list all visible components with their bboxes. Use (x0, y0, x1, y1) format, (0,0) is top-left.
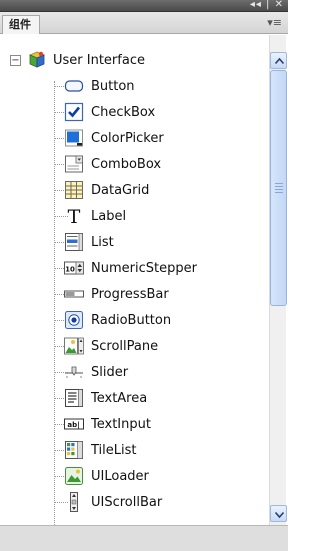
tree-item-label: ComboBox (91, 156, 162, 172)
tree-item-label: Slider (91, 364, 129, 380)
tree-item-textinput[interactable]: ab| TextInput (64, 412, 151, 436)
tree-item-label: UILoader (91, 468, 149, 484)
panel-status-bar (0, 525, 288, 551)
tree-item-label: DataGrid (91, 182, 150, 198)
tilelist-icon (65, 441, 83, 459)
tree-item-combobox[interactable]: ComboBox (64, 152, 161, 176)
panel-menu-icon[interactable]: ▾≡ (267, 17, 282, 28)
components-tree-panel: − User Interface Button CheckBox ColorPi… (0, 35, 288, 525)
tree-item-label: ColorPicker (91, 130, 164, 146)
tree-item-label: TextInput (91, 416, 151, 432)
tree-item-numericstepper[interactable]: 10 NumericStepper (64, 256, 197, 280)
label-icon: T (68, 206, 81, 226)
component-package-icon (28, 51, 46, 68)
colorpicker-icon (65, 129, 83, 147)
svg-text:10: 10 (65, 266, 75, 274)
list-icon (65, 233, 83, 251)
uiloader-icon (65, 467, 83, 485)
collapse-panel-icon[interactable]: ◂◂ (250, 0, 262, 10)
tree-item-list[interactable]: List (64, 230, 114, 254)
slider-icon (65, 366, 83, 378)
tree-item-label: TextArea (91, 390, 148, 406)
collapse-toggle[interactable]: − (10, 54, 21, 66)
tab-components[interactable]: 组件 (2, 15, 40, 34)
tree-item-colorpicker[interactable]: ColorPicker (64, 126, 164, 150)
tree-item-label: List (91, 234, 114, 250)
tree-item-label: TileList (91, 442, 137, 458)
svg-text:T: T (68, 206, 81, 226)
progressbar-icon (64, 290, 84, 298)
checkbox-icon (64, 102, 84, 122)
textinput-icon: ab| (64, 418, 84, 430)
components-tree: − User Interface Button CheckBox ColorPi… (0, 35, 268, 525)
scroll-down-arrow-icon (274, 511, 285, 519)
tree-item-uiscrollbar[interactable]: UIScrollBar (64, 490, 162, 514)
numericstepper-icon: 10 (64, 261, 84, 275)
tree-item-datagrid[interactable]: DataGrid (64, 178, 149, 202)
tree-item-label: RadioButton (91, 312, 172, 328)
tree-item-label: ProgressBar (91, 286, 169, 302)
radiobutton-icon (65, 311, 83, 329)
tree-node-label: User Interface (53, 52, 145, 68)
tree-item-label: ScrollPane (91, 338, 159, 354)
close-panel-icon[interactable]: ✕ (275, 0, 284, 10)
scroll-up-arrow-icon (274, 57, 285, 65)
tree-item-label: CheckBox (91, 104, 156, 120)
panel-tab-row: 组件 ▾≡ (0, 12, 288, 34)
scroll-up-button[interactable] (270, 52, 287, 69)
tree-item-uiloader[interactable]: UILoader (64, 464, 149, 488)
tree-item-slider[interactable]: Slider (64, 360, 128, 384)
tree-item-scrollpane[interactable]: ScrollPane (64, 334, 158, 358)
scroll-thumb[interactable] (270, 70, 287, 306)
tree-item-textarea[interactable]: TextArea (64, 386, 147, 410)
scrollpane-icon (64, 337, 84, 355)
tree-node-user-interface[interactable]: − User Interface (10, 48, 145, 72)
titlebar-separator: | (266, 0, 271, 10)
tree-guide-line (54, 81, 55, 525)
tree-item-label[interactable]: T Label (64, 204, 126, 228)
tree-vertical-scrollbar[interactable] (269, 35, 287, 525)
tree-item-button[interactable]: Button (64, 74, 135, 98)
datagrid-icon (65, 181, 83, 199)
uiscrollbar-icon (70, 492, 78, 512)
scroll-down-button[interactable] (270, 505, 287, 522)
tree-item-progressbar[interactable]: ProgressBar (64, 282, 169, 306)
panel-titlebar: ◂◂ | ✕ (0, 0, 288, 12)
titlebar-controls: ◂◂ | ✕ (250, 0, 284, 10)
svg-text:ab|: ab| (67, 421, 79, 430)
tree-item-label: UIScrollBar (91, 494, 163, 510)
tree-item-label-text: Label (91, 208, 127, 224)
tree-item-label: NumericStepper (91, 260, 197, 276)
textarea-icon (65, 389, 83, 407)
tree-item-tilelist[interactable]: TileList (64, 438, 137, 462)
tree-item-checkbox[interactable]: CheckBox (64, 100, 155, 124)
button-icon (64, 80, 84, 92)
tree-item-radiobutton[interactable]: RadioButton (64, 308, 171, 332)
tree-item-label: Button (91, 78, 135, 94)
combobox-icon (65, 155, 83, 173)
scroll-thumb-grip-icon (275, 183, 283, 195)
